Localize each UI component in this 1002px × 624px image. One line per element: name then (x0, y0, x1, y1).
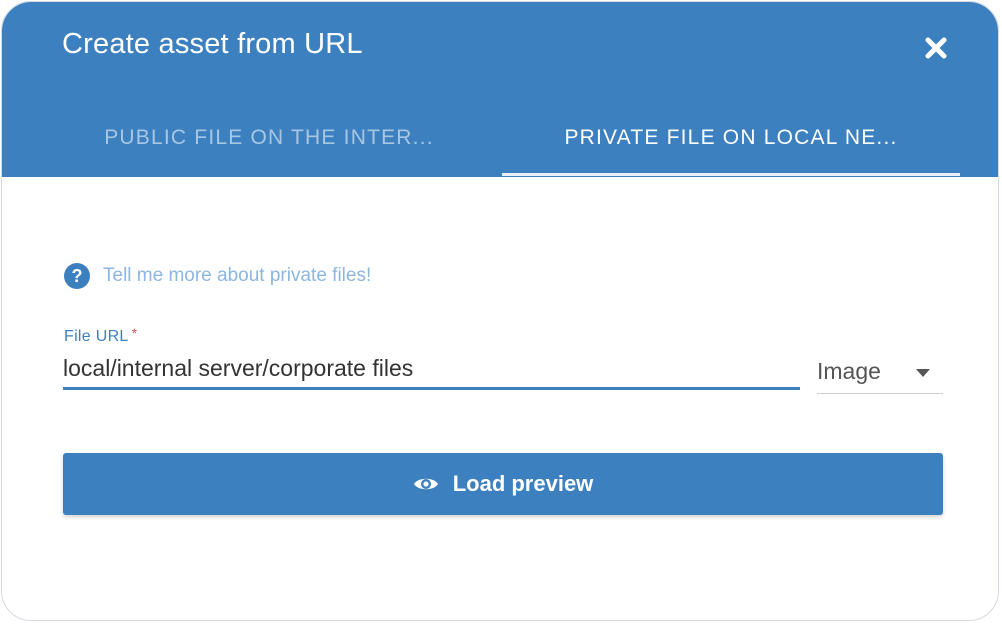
file-url-input[interactable] (63, 350, 800, 390)
active-tab-indicator (502, 173, 960, 176)
file-url-label-text: File URL (64, 328, 129, 345)
asset-type-value: Image (817, 358, 881, 384)
asset-type-select[interactable]: Image (817, 352, 943, 394)
eye-icon (413, 475, 439, 493)
caret-down-icon (916, 369, 930, 377)
load-preview-button[interactable]: Load preview (63, 453, 943, 515)
help-link[interactable]: ? Tell me more about private files! (64, 263, 371, 289)
required-marker: * (131, 325, 138, 341)
dialog-header: Create asset from URL PUBLIC FILE ON THE… (2, 2, 998, 177)
question-circle-icon: ? (64, 263, 90, 289)
close-icon (925, 37, 947, 59)
load-preview-label: Load preview (452, 471, 594, 496)
help-link-text: Tell me more about private files! (103, 265, 372, 286)
dialog-title: Create asset from URL (62, 28, 363, 60)
tab-private-file[interactable]: PRIVATE FILE ON LOCAL NE... (502, 102, 960, 174)
close-button[interactable] (920, 32, 952, 64)
tab-public-file[interactable]: PUBLIC FILE ON THE INTER... (32, 102, 502, 174)
create-asset-dialog: Create asset from URL PUBLIC FILE ON THE… (1, 1, 999, 621)
file-url-label: File URL * (64, 325, 137, 346)
